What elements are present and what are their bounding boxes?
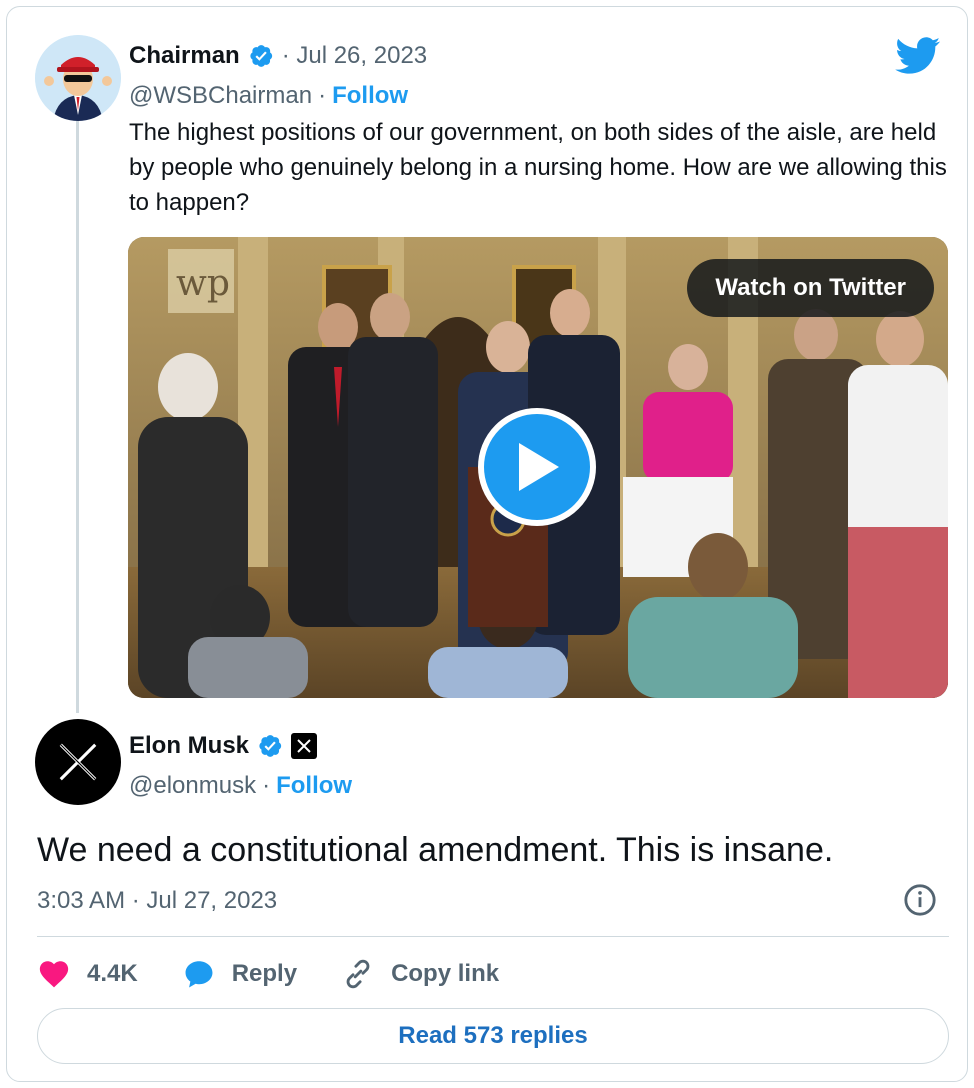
- thread-connector-line: [76, 119, 79, 713]
- author-handle[interactable]: @elonmusk: [129, 772, 256, 800]
- watch-on-twitter-button[interactable]: Watch on Twitter: [687, 259, 934, 317]
- x-logo-icon: [59, 743, 97, 781]
- copy-link-label: Copy link: [391, 960, 500, 987]
- parent-tweet-text: The highest positions of our government,…: [129, 119, 947, 216]
- parent-handle-row: @WSBChairman · Follow: [129, 79, 408, 113]
- reply-bubble-icon: [185, 961, 213, 988]
- verified-badge-icon: [250, 45, 272, 67]
- chairman-avatar-image: [35, 35, 121, 121]
- copy-link-button[interactable]: Copy link: [341, 957, 499, 991]
- parent-tweet-header: Chairman · Jul 26, 2023: [129, 39, 427, 73]
- tweet-actions: 4.4K Reply Copy link: [37, 953, 543, 995]
- tweet-embed-card: Chairman · Jul 26, 2023 @WSBChairman · F…: [6, 6, 968, 1082]
- follow-button[interactable]: Follow: [276, 772, 352, 800]
- tweet-date[interactable]: · Jul 26, 2023: [282, 42, 427, 70]
- separator-dot: ·: [262, 772, 271, 799]
- follow-button[interactable]: Follow: [332, 82, 408, 110]
- twitter-bird-icon[interactable]: [895, 37, 941, 75]
- avatar[interactable]: [35, 719, 121, 805]
- reply-label: Reply: [231, 960, 298, 987]
- reply-button[interactable]: Reply: [182, 957, 297, 991]
- tweet-timestamp[interactable]: 3:03 AM · Jul 27, 2023: [37, 887, 277, 915]
- main-tweet-text: We need a constitutional amendment. This…: [37, 831, 834, 869]
- read-replies-button[interactable]: Read 573 replies: [37, 1008, 949, 1064]
- avatar[interactable]: [35, 35, 121, 121]
- main-handle-row: @elonmusk · Follow: [129, 769, 352, 803]
- separator-dot: ·: [318, 82, 327, 109]
- video-player[interactable]: wp Watch on Twitter: [128, 237, 948, 698]
- play-triangle-icon: [519, 443, 559, 491]
- x-affiliate-badge-icon: [291, 733, 318, 759]
- link-icon: [346, 959, 370, 989]
- wp-watermark-text: wp: [176, 263, 230, 304]
- author-name[interactable]: Elon Musk: [129, 732, 249, 760]
- info-icon[interactable]: [903, 883, 937, 917]
- verified-badge-icon: [259, 735, 282, 757]
- play-icon[interactable]: [478, 408, 596, 526]
- author-name[interactable]: Chairman: [129, 42, 240, 70]
- main-tweet-header: Elon Musk: [129, 729, 318, 763]
- heart-icon: [39, 961, 69, 988]
- like-button[interactable]: 4.4K: [37, 957, 138, 991]
- like-count: 4.4K: [87, 960, 138, 987]
- author-handle[interactable]: @WSBChairman: [129, 82, 312, 110]
- divider: [37, 936, 949, 937]
